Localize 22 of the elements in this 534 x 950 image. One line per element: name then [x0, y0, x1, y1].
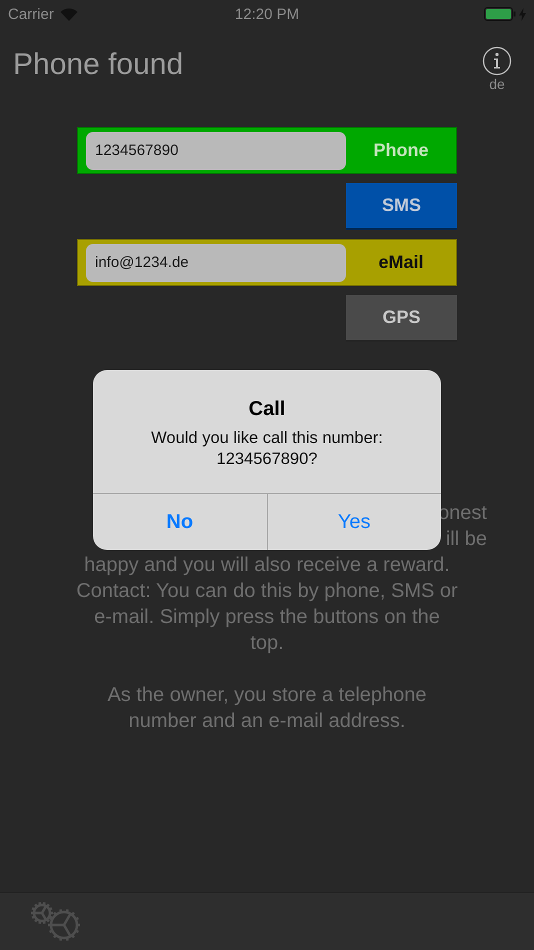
input-field[interactable]: info@1234.de	[86, 244, 346, 282]
info-text-line: top.	[250, 632, 284, 654]
text-fragment: ill be	[446, 527, 487, 552]
info-icon[interactable]	[482, 46, 512, 76]
dialog-button[interactable]: Yes	[266, 494, 441, 550]
input-field[interactable]: 1234567890	[86, 132, 346, 170]
carrier-label: Carrier	[8, 6, 54, 22]
charging-icon	[519, 8, 526, 20]
info-text-line: e-mail. Simply press the buttons on the	[94, 606, 440, 628]
contact-button[interactable]: SMS	[346, 183, 457, 230]
info-text-line: Contact: You can do this by phone, SMS or	[76, 580, 458, 602]
dialog-button[interactable]: No	[93, 494, 266, 550]
status-time: 12:20 PM	[234, 6, 300, 22]
battery-icon	[484, 7, 516, 21]
info-text-line: happy and you will also receive a reward.	[84, 554, 450, 576]
contact-button[interactable]: eMail	[346, 240, 456, 285]
info-paragraph: As the owner, you store a telephone number and an e-mail address.	[106, 683, 428, 734]
contact-button[interactable]: GPS	[346, 295, 457, 342]
language-label: de	[489, 76, 505, 92]
dialog-message: Would you like call this number: 1234567890?	[150, 428, 384, 470]
page-title: Phone found	[13, 48, 184, 83]
dialog-title: Call	[248, 398, 286, 421]
